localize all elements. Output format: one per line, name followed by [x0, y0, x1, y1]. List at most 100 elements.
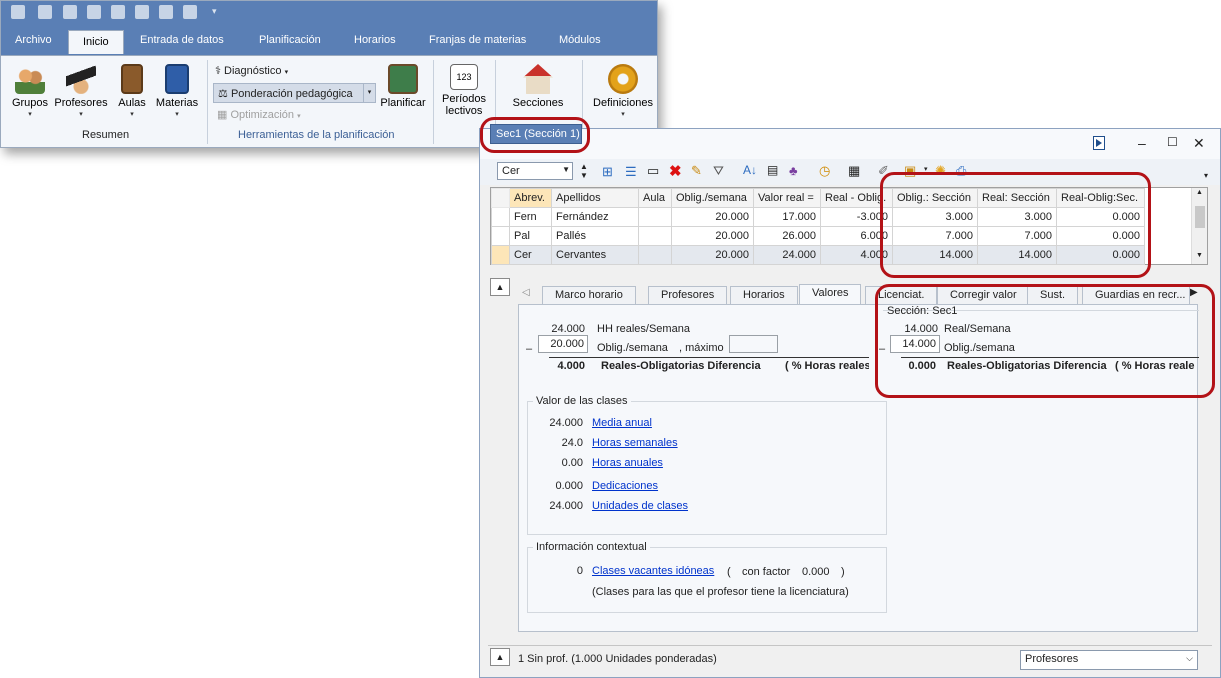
scroll-up-icon[interactable]: ▲	[1196, 189, 1203, 196]
table-cell[interactable]	[638, 207, 672, 227]
clock-icon[interactable]: ◷	[819, 163, 830, 179]
table-cell[interactable]: Cer	[509, 245, 552, 265]
definiciones-button[interactable]: Definiciones ▾	[589, 64, 657, 118]
pin-icon[interactable]	[1093, 136, 1105, 150]
collapse-up-button[interactable]: ▲	[490, 278, 510, 296]
import-icon[interactable]	[183, 5, 197, 19]
periodos-lectivos-button[interactable]: 123 Períodos lectivos	[437, 64, 491, 117]
highlight-section-dropdown	[480, 117, 590, 153]
grid-scrollbar[interactable]: ▲ ▼	[1191, 188, 1207, 264]
valor-clases-title: Valor de las clases	[533, 395, 631, 407]
oblig-semana-label: Oblig./semana	[597, 342, 668, 354]
media-anual-link[interactable]: Media anual	[592, 417, 652, 429]
tab-horarios[interactable]: Horarios	[354, 34, 396, 46]
table-cell[interactable]	[638, 245, 672, 265]
print-icon[interactable]	[87, 5, 101, 19]
media-anual-value: 24.000	[549, 417, 583, 429]
maximo-field[interactable]	[729, 335, 778, 353]
tab-marco-horario[interactable]: Marco horario	[542, 286, 636, 304]
column-header[interactable]: Apellidos	[551, 188, 639, 208]
customize-qat-icon[interactable]: ▾	[212, 6, 217, 17]
minimize-icon[interactable]: –	[1138, 135, 1146, 151]
spinner-icon[interactable]: ▲ ▼	[580, 162, 588, 180]
highlight-section-values	[875, 284, 1215, 398]
oblig-semana-field[interactable]: 20.000	[538, 335, 588, 353]
chevron-down-icon: ⌵	[1186, 653, 1193, 663]
horas-semanales-link[interactable]: Horas semanales	[592, 437, 678, 449]
table-cell[interactable]: Cervantes	[551, 245, 639, 265]
table-cell[interactable]: 20.000	[671, 245, 754, 265]
close-icon[interactable]: ✕	[1193, 135, 1205, 152]
highlight-section-columns	[880, 172, 1151, 278]
tab-profesores[interactable]: Profesores	[648, 286, 728, 304]
ponderacion-button[interactable]: ⚖ Ponderación pedagógica ▾	[213, 83, 376, 103]
planificar-button[interactable]: Planificar	[377, 64, 429, 109]
tab-franjas-de-materias[interactable]: Franjas de materias	[429, 34, 526, 46]
teacher-selector[interactable]: Cer ▼	[497, 162, 573, 180]
table-cell[interactable]: 17.000	[753, 207, 821, 227]
vacantes-count: 0	[576, 565, 583, 577]
column-header[interactable]: Aula	[638, 188, 672, 208]
delete-icon[interactable]: ✖	[669, 162, 682, 180]
print-preview-icon[interactable]	[111, 5, 125, 19]
tab-scroll-left-icon[interactable]: ◁	[522, 287, 530, 298]
tab-inicio[interactable]: Inicio	[68, 30, 124, 54]
add-row-icon[interactable]: ⊞	[602, 164, 613, 180]
materias-button[interactable]: Materias ▾	[153, 64, 201, 118]
table-cell[interactable]: Fernández	[551, 207, 639, 227]
table-cell[interactable]: 20.000	[671, 207, 754, 227]
chevron-down-icon[interactable]: ▾	[363, 84, 375, 102]
export-icon[interactable]	[159, 5, 173, 19]
view-selector[interactable]: Profesores ⌵	[1020, 650, 1198, 670]
grupos-button[interactable]: Grupos ▾	[9, 64, 51, 118]
profesores-button[interactable]: Profesores ▾	[53, 64, 109, 118]
tab-valores[interactable]: Valores	[799, 284, 862, 304]
tab-archivo[interactable]: Archivo	[15, 34, 52, 46]
calculator-icon[interactable]: ▦	[848, 163, 860, 179]
window-icon[interactable]	[11, 5, 25, 19]
new-icon[interactable]: ▭	[647, 163, 659, 179]
list-icon[interactable]: ☰	[625, 164, 637, 180]
toolbar-overflow-icon[interactable]: ▾	[1204, 171, 1208, 180]
dedicaciones-link[interactable]: Dedicaciones	[592, 480, 658, 492]
column-header[interactable]: Oblig./semana	[671, 188, 754, 208]
row-selector[interactable]	[491, 226, 510, 246]
diff-value: 4.000	[557, 360, 585, 372]
ribbon-tabs: Archivo Inicio Entrada de datos Planific…	[1, 26, 657, 55]
people-icon[interactable]: ♣	[789, 163, 798, 178]
tab-horarios[interactable]: Horarios	[730, 286, 798, 304]
diagnostico-button[interactable]: ⚕ Diagnóstico ▾	[215, 64, 288, 77]
horas-anuales-link[interactable]: Horas anuales	[592, 457, 663, 469]
save-icon[interactable]	[38, 5, 52, 19]
sort-icon[interactable]: A↓	[743, 163, 757, 177]
scroll-down-icon[interactable]: ▼	[1196, 252, 1203, 259]
maximize-icon[interactable]: ☐	[1167, 135, 1178, 149]
table-cell[interactable]	[638, 226, 672, 246]
table-cell[interactable]: Fern	[509, 207, 552, 227]
table-cell[interactable]: 20.000	[671, 226, 754, 246]
table-cell[interactable]: Pallés	[551, 226, 639, 246]
report-icon[interactable]	[135, 5, 149, 19]
unidades-clases-link[interactable]: Unidades de clases	[592, 500, 688, 512]
expand-up-button[interactable]: ▲	[490, 648, 510, 666]
secciones-button[interactable]: Secciones	[507, 64, 569, 109]
undo-icon[interactable]	[63, 5, 77, 19]
column-header[interactable]: Abrev.	[509, 188, 552, 208]
filter-icon[interactable]: ⛛	[713, 163, 724, 179]
table-cell[interactable]: 26.000	[753, 226, 821, 246]
contextual-title: Información contextual	[533, 541, 650, 553]
edit-icon[interactable]: ✎	[691, 163, 702, 179]
aulas-button[interactable]: Aulas ▾	[115, 64, 149, 118]
row-selector[interactable]	[491, 245, 510, 265]
scroll-thumb[interactable]	[1195, 206, 1205, 228]
row-selector[interactable]	[491, 207, 510, 227]
tab-entrada-de-datos[interactable]: Entrada de datos	[140, 34, 224, 46]
table-cell[interactable]: 24.000	[753, 245, 821, 265]
column-header[interactable]: Valor real =	[753, 188, 821, 208]
clases-vacantes-link[interactable]: Clases vacantes idóneas	[592, 565, 714, 577]
tab-planificacion[interactable]: Planificación	[259, 34, 321, 46]
grid-icon[interactable]: ▤	[767, 163, 778, 177]
dedicaciones-value: 0.000	[555, 480, 583, 492]
table-cell[interactable]: Pal	[509, 226, 552, 246]
tab-modulos[interactable]: Módulos	[559, 34, 601, 46]
